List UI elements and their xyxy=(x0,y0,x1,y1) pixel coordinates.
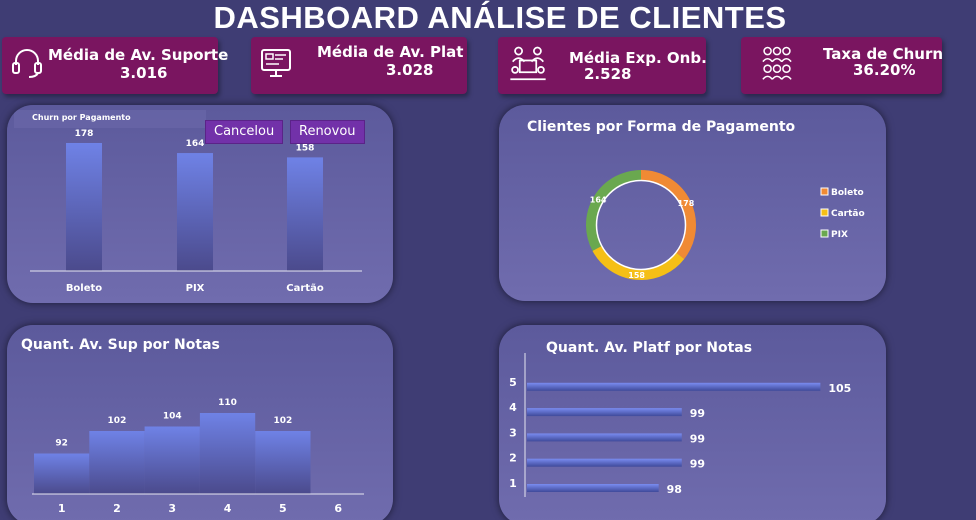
legend-swatch xyxy=(820,229,829,238)
support-bar-value-label: 110 xyxy=(218,398,237,408)
platform-screen-icon xyxy=(261,49,291,77)
kpi-platform-value: 3.028 xyxy=(386,61,434,79)
support-category-label: 3 xyxy=(168,502,176,515)
support-category-label: 6 xyxy=(334,502,342,515)
support-bar xyxy=(199,413,256,494)
filter-cancelou-button[interactable]: Cancelou xyxy=(205,120,284,144)
churn-bar-value-label: 158 xyxy=(296,143,315,153)
platform-bar-value-label: 99 xyxy=(690,407,705,420)
donut-slice xyxy=(640,170,696,259)
churn-category-label: Boleto xyxy=(66,283,102,294)
support-bar xyxy=(144,426,200,494)
support-bar xyxy=(89,431,145,494)
platform-bar-value-label: 99 xyxy=(690,432,705,445)
support-bar-value-label: 102 xyxy=(273,416,292,426)
support-bar xyxy=(255,431,311,494)
platform-category-label: 4 xyxy=(509,401,517,414)
filter-renovou-button[interactable]: Renovou xyxy=(290,120,365,144)
payment-method-panel: Clientes por Forma de Pagamento 178 158 16… xyxy=(499,105,886,301)
legend-label: Boleto xyxy=(831,188,864,198)
support-bar-value-label: 104 xyxy=(163,412,182,422)
kpi-platform-label: Média de Av. Plat xyxy=(317,43,464,61)
support-category-label: 4 xyxy=(224,502,232,515)
page-title: DASHBOARD ANÁLISE DE CLIENTES xyxy=(213,0,787,35)
platform-bar-chart: 98 1 99 2 99 3 99 4 105 5 xyxy=(509,353,851,497)
support-category-label: 2 xyxy=(113,502,121,515)
churn-bar-value-label: 178 xyxy=(75,129,94,139)
churn-by-payment-panel: Churn por Pagamento 178 Boleto 164 PIX 158 Ca… xyxy=(7,105,393,303)
platform-bar xyxy=(527,458,682,467)
platform-bar-value-label: 99 xyxy=(690,458,705,471)
payment-donut-chart: 178158164 BoletoCartãoPIX xyxy=(586,170,865,280)
kpi-card-onboarding: Média Exp. Onb. 2.528 xyxy=(498,37,707,94)
platform-category-label: 2 xyxy=(509,452,517,465)
support-bar xyxy=(34,453,90,494)
platform-category-label: 5 xyxy=(509,376,517,389)
support-category-label: 1 xyxy=(58,502,66,515)
churn-bar xyxy=(66,143,102,271)
support-category-label: 5 xyxy=(279,502,287,515)
platform-bar xyxy=(527,433,682,442)
legend-label: PIX xyxy=(831,230,848,240)
platform-category-label: 1 xyxy=(509,477,517,490)
platform-bar xyxy=(527,484,659,492)
support-bar-value-label: 92 xyxy=(55,439,68,449)
legend-swatch xyxy=(820,187,829,196)
legend-label: Cartão xyxy=(831,209,865,219)
donut-value-label: 158 xyxy=(628,271,645,280)
donut-inner-ring xyxy=(595,179,687,271)
kpi-support-value: 3.016 xyxy=(120,64,168,82)
kpi-card-support: Média de Av. Suporte 3.016 xyxy=(2,37,228,94)
churn-bar xyxy=(177,153,213,271)
kpi-onboarding-value: 2.528 xyxy=(584,65,632,83)
platform-bar xyxy=(527,382,821,391)
churn-category-label: PIX xyxy=(186,283,205,294)
platform-bar-value-label: 105 xyxy=(828,382,851,395)
kpi-churn-value: 36.20% xyxy=(853,61,916,79)
kpi-support-label: Média de Av. Suporte xyxy=(48,46,229,64)
churn-bar xyxy=(287,157,323,271)
platform-bar xyxy=(527,408,682,417)
support-ratings-panel: Quant. Av. Sup por Notas 92 1 102 2 104 3 110 4… xyxy=(7,325,393,520)
support-histogram: 92 1 102 2 104 3 110 4 102 5 6 xyxy=(32,398,364,515)
headset-icon xyxy=(12,49,42,78)
platform-bar-value-label: 98 xyxy=(667,483,682,496)
customers-group-icon xyxy=(762,46,792,80)
onboarding-meeting-icon xyxy=(510,46,546,81)
churn-category-label: Cartão xyxy=(286,283,324,294)
platform-ratings-panel: Quant. Av. Platf por Notas 98 1 99 2 99 3 99 4 1… xyxy=(499,325,886,520)
kpi-card-churn: Taxa de Churn 36.20% xyxy=(741,37,943,94)
legend-swatch xyxy=(820,208,829,217)
support-bar-value-label: 102 xyxy=(108,416,127,426)
churn-chart-subtitle: Churn por Pagamento xyxy=(32,113,131,122)
platform-category-label: 3 xyxy=(509,426,517,439)
churn-bar-value-label: 164 xyxy=(186,139,205,149)
kpi-card-platform: Média de Av. Plat 3.028 xyxy=(251,37,467,94)
